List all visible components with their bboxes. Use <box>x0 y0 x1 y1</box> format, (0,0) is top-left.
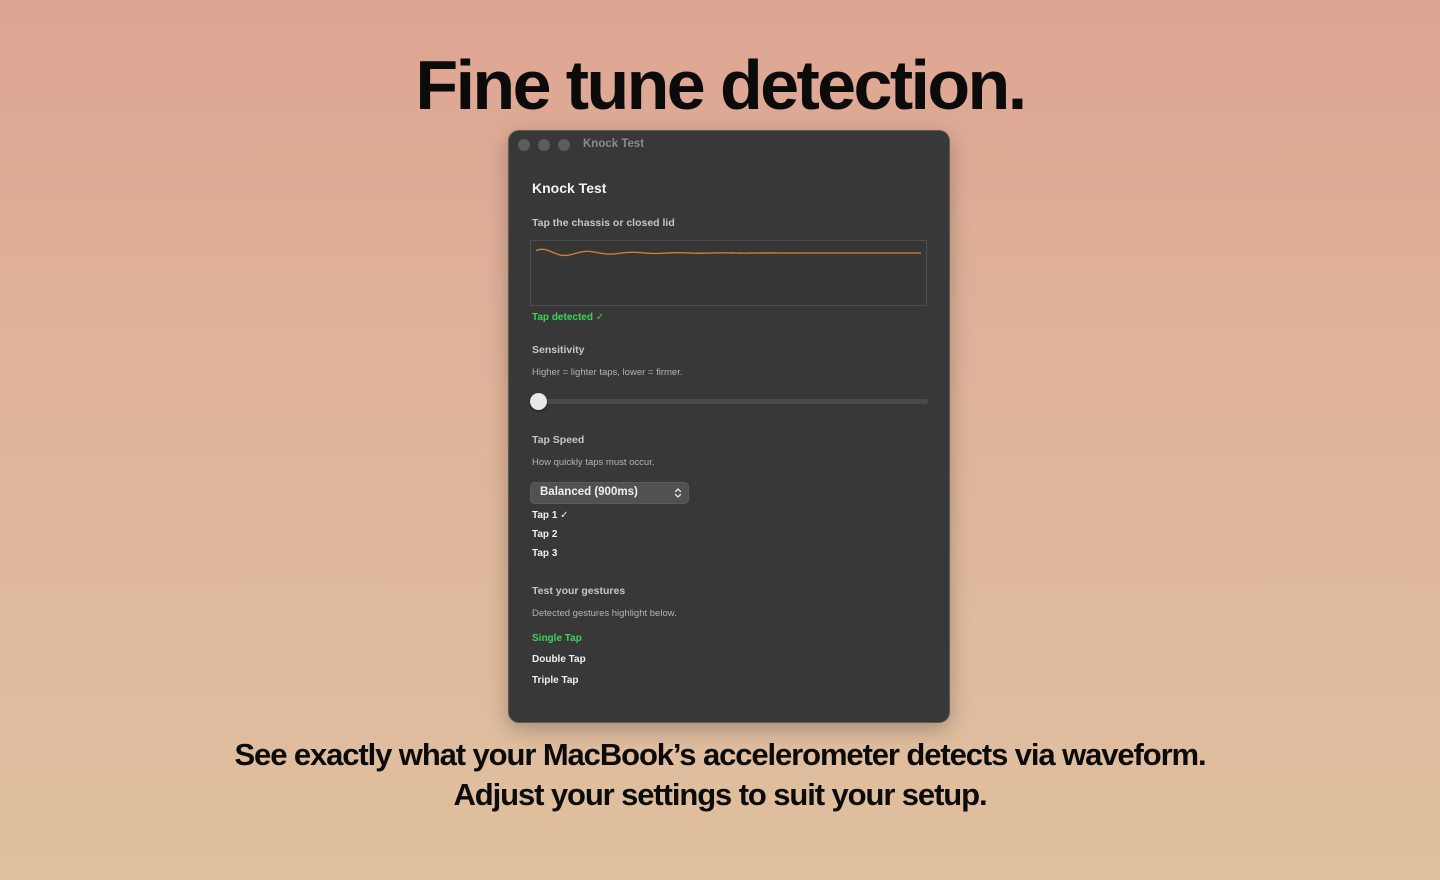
caption-line-2: Adjust your settings to suit your setup. <box>453 777 988 812</box>
gesture-single-tap: Single Tap <box>532 633 582 644</box>
tap-indicator-3: Tap 3 <box>532 548 558 559</box>
sensitivity-slider-thumb[interactable] <box>530 393 547 410</box>
tap-speed-selected-value: Balanced (900ms) <box>540 486 638 498</box>
title-bar[interactable]: Knock Test <box>509 131 949 159</box>
page-title: Knock Test <box>532 180 607 196</box>
tap-prompt-label: Tap the chassis or closed lid <box>532 217 675 229</box>
close-button[interactable] <box>518 139 530 151</box>
tap-speed-hint: How quickly taps must occur. <box>532 457 655 468</box>
tap-indicator-2: Tap 2 <box>532 529 558 540</box>
waveform-graph <box>535 248 921 257</box>
knock-test-window: Knock Test Knock Test Tap the chassis or… <box>509 131 949 722</box>
sensitivity-hint: Higher = lighter taps, lower = firmer. <box>532 367 683 378</box>
sensitivity-slider[interactable] <box>532 399 928 404</box>
zoom-button[interactable] <box>558 139 570 151</box>
chevron-up-down-icon <box>674 488 682 498</box>
tap-indicator-1: Tap 1 ✓ <box>532 510 569 521</box>
minimize-button[interactable] <box>538 139 550 151</box>
waveform-line <box>535 248 921 257</box>
waveform-view <box>530 240 927 306</box>
headline: Fine tune detection. <box>415 46 1027 124</box>
gestures-hint: Detected gestures highlight below. <box>532 608 677 619</box>
gesture-double-tap: Double Tap <box>532 654 586 665</box>
gestures-label: Test your gestures <box>532 585 626 597</box>
gesture-triple-tap: Triple Tap <box>532 675 579 686</box>
tap-speed-label: Tap Speed <box>532 434 585 446</box>
caption-line-1: See exactly what your MacBook’s accelero… <box>234 737 1206 772</box>
tap-status: Tap detected ✓ <box>532 312 605 323</box>
tap-speed-select[interactable]: Balanced (900ms) <box>530 482 689 504</box>
sensitivity-label: Sensitivity <box>532 344 585 356</box>
window-title: Knock Test <box>583 138 645 150</box>
